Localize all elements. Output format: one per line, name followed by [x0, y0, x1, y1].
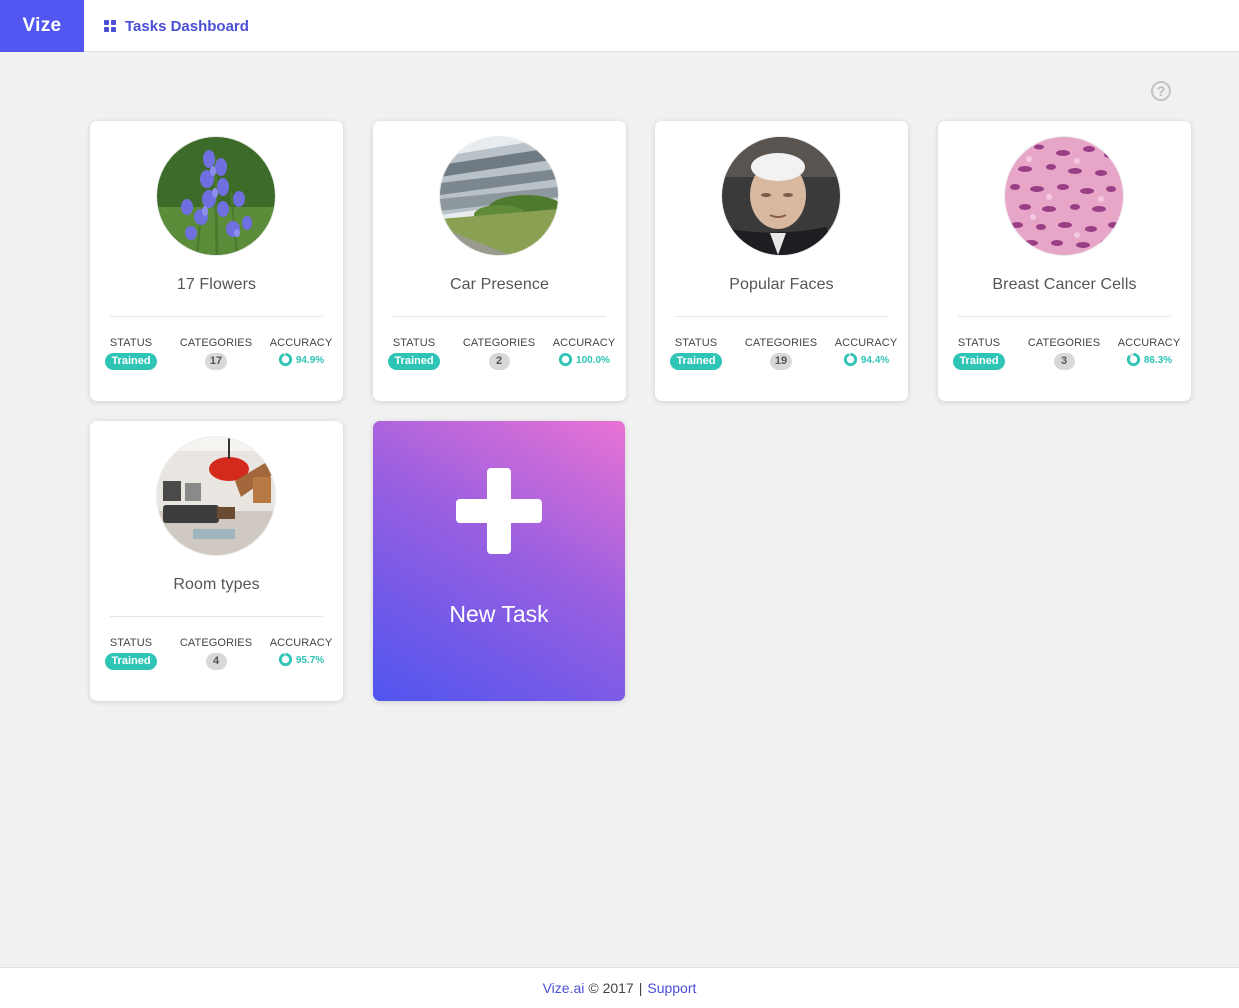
accuracy-value: 94.4% [860, 355, 890, 366]
task-title: Room types [173, 576, 260, 593]
categories-count-badge: 3 [1053, 353, 1075, 370]
face-image-icon [722, 137, 840, 255]
nav-tasks-dashboard-label: Tasks Dashboard [125, 17, 249, 35]
task-thumbnail [157, 437, 275, 555]
categories-count-badge: 4 [205, 653, 227, 670]
categories-count-badge: 17 [204, 353, 228, 370]
accuracy-label: ACCURACY [834, 337, 898, 349]
cells-image-icon [1005, 137, 1123, 255]
task-card-popular-faces[interactable]: Popular Faces STATUS Trained CATEGORIES … [655, 121, 908, 401]
status-badge: Trained [670, 353, 722, 370]
status-badge: Trained [105, 653, 157, 670]
top-bar: Vize Tasks Dashboard [0, 0, 1239, 52]
accuracy-value: 94.9% [295, 355, 325, 366]
task-title: Popular Faces [729, 276, 834, 293]
accuracy-value: 100.0% [576, 355, 610, 366]
card-divider [393, 316, 606, 317]
categories-count-badge: 2 [488, 353, 510, 370]
plus-icon-horizontal [456, 499, 542, 523]
task-thumbnail [157, 137, 275, 255]
task-title: Car Presence [449, 276, 550, 293]
accuracy-ring-icon [278, 652, 292, 667]
footer-separator: | [638, 980, 643, 996]
task-title: Breast Cancer Cells [992, 276, 1137, 293]
accuracy-stat: ACCURACY 95.7% [251, 637, 351, 672]
categories-count-badge: 19 [769, 353, 793, 370]
card-divider [675, 316, 888, 317]
accuracy-label: ACCURACY [269, 337, 333, 349]
room-image-icon [157, 437, 275, 555]
flower-image-icon [157, 137, 275, 255]
accuracy-stat: ACCURACY 94.9% [251, 337, 351, 372]
footer-vize-link[interactable]: Vize.ai [543, 980, 585, 996]
task-card-breast-cancer-cells[interactable]: Breast Cancer Cells STATUS Trained CATEG… [938, 121, 1191, 401]
accuracy-label: ACCURACY [1117, 337, 1181, 349]
task-card-17-flowers[interactable]: 17 Flowers STATUS Trained CATEGORIES 17 … [90, 121, 343, 401]
status-badge: Trained [105, 353, 157, 370]
brand-logo[interactable]: Vize [0, 0, 84, 52]
accuracy-ring-icon [843, 352, 857, 367]
status-badge: Trained [953, 353, 1005, 370]
card-divider [110, 316, 323, 317]
task-thumbnail [440, 137, 558, 255]
accuracy-label: ACCURACY [552, 337, 616, 349]
task-title: 17 Flowers [176, 276, 257, 293]
footer: Vize.ai © 2017 | Support [0, 967, 1239, 1008]
accuracy-stat: ACCURACY 100.0% [534, 337, 634, 372]
new-task-label: New Task [449, 601, 549, 627]
task-card-car-presence[interactable]: Car Presence STATUS Trained CATEGORIES 2… [373, 121, 626, 401]
accuracy-ring-icon [558, 352, 573, 367]
accuracy-ring-icon [278, 352, 292, 367]
status-badge: Trained [388, 353, 440, 370]
accuracy-stat: ACCURACY 86.3% [1099, 337, 1199, 372]
task-thumbnail [722, 137, 840, 255]
card-divider [958, 316, 1171, 317]
dashboard-grid-icon [104, 20, 116, 32]
help-icon[interactable]: ? [1151, 81, 1171, 101]
accuracy-ring-icon [1126, 352, 1140, 367]
task-card-room-types[interactable]: Room types STATUS Trained CATEGORIES 4 A… [90, 421, 343, 701]
task-thumbnail [1005, 137, 1123, 255]
footer-copyright: © 2017 [588, 980, 634, 996]
accuracy-value: 86.3% [1143, 355, 1173, 366]
footer-support-link[interactable]: Support [647, 980, 696, 996]
new-task-button[interactable]: New Task [373, 421, 625, 701]
accuracy-label: ACCURACY [269, 637, 333, 649]
building-image-icon [440, 137, 558, 255]
nav-tasks-dashboard[interactable]: Tasks Dashboard [104, 0, 249, 52]
accuracy-stat: ACCURACY 94.4% [816, 337, 916, 372]
accuracy-value: 95.7% [295, 655, 325, 666]
card-divider [110, 616, 323, 617]
